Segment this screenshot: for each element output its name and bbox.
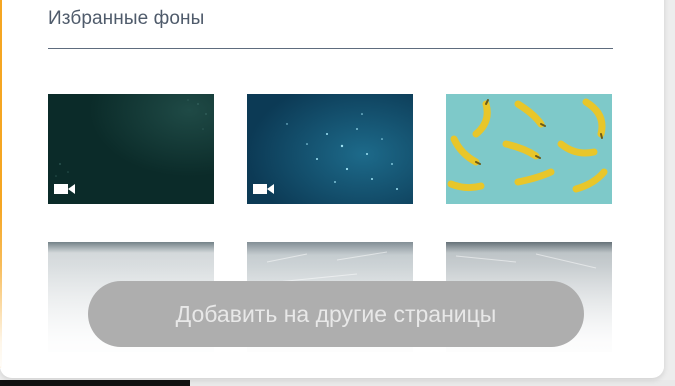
video-camera-icon — [253, 184, 274, 194]
video-camera-icon — [54, 184, 75, 194]
page-bottom-strip — [0, 380, 675, 386]
favorites-panel: Избранные фоны Добавить на другие страни… — [0, 0, 664, 378]
background-thumb-bananas[interactable] — [446, 94, 612, 204]
title-divider — [48, 48, 613, 49]
add-to-other-pages-button[interactable]: Добавить на другие страницы — [88, 281, 584, 347]
background-thumb-blue-particles[interactable] — [247, 94, 413, 204]
section-title: Избранные фоны — [48, 8, 205, 29]
bananas-image — [446, 94, 612, 204]
accent-bar — [0, 0, 2, 368]
taskbar-fragment — [0, 380, 190, 386]
background-thumb-dark-teal[interactable] — [48, 94, 214, 204]
